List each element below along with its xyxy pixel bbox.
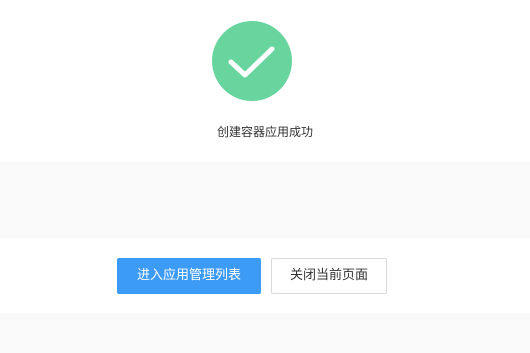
- checkmark-icon: [228, 46, 275, 78]
- close-page-button[interactable]: 关闭当前页面: [271, 258, 387, 294]
- go-to-app-list-button[interactable]: 进入应用管理列表: [117, 258, 261, 294]
- footer-band: [0, 313, 530, 353]
- content-band: [0, 162, 530, 238]
- success-icon: [212, 21, 292, 101]
- success-message: 创建容器应用成功: [216, 125, 313, 139]
